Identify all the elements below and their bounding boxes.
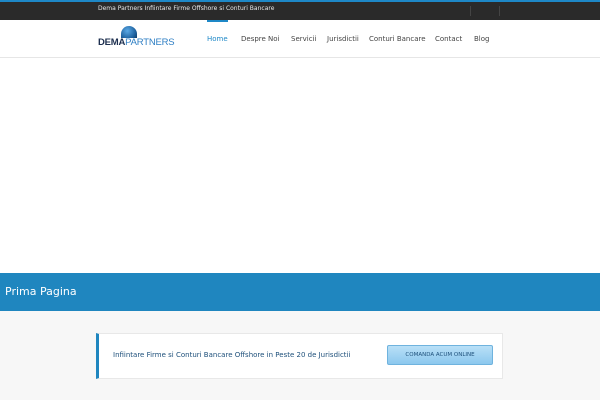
cta-text: Infiintare Firme si Conturi Bancare Offs… <box>113 351 351 359</box>
content-area: Infiintare Firme si Conturi Bancare Offs… <box>0 311 600 400</box>
nav-item-despre-noi[interactable]: Despre Noi <box>241 35 280 43</box>
site-header: DEMAPARTNERS Home Despre Noi Servicii Ju… <box>0 20 600 58</box>
social-links <box>470 5 500 17</box>
site-tagline: Dema Partners Infiintare Firme Offshore … <box>98 5 275 12</box>
nav-item-jurisdictii[interactable]: Jurisdictii <box>327 35 359 43</box>
divider <box>470 6 471 16</box>
nav-item-servicii[interactable]: Servicii <box>291 35 316 43</box>
page-title: Prima Pagina <box>5 285 77 298</box>
cta-box: Infiintare Firme si Conturi Bancare Offs… <box>96 333 503 379</box>
order-now-button[interactable]: COMANDA ACUM ONLINE <box>387 345 493 365</box>
nav-item-contact[interactable]: Contact <box>435 35 462 43</box>
hero-area <box>0 59 600 273</box>
top-bar: Dema Partners Infiintare Firme Offshore … <box>0 2 600 20</box>
nav-item-conturi-bancare[interactable]: Conturi Bancare <box>369 35 426 43</box>
nav-item-blog[interactable]: Blog <box>474 35 489 43</box>
page-title-band: Prima Pagina <box>0 273 600 311</box>
nav-item-home[interactable]: Home <box>207 20 228 43</box>
main-nav: Home Despre Noi Servicii Jurisdictii Con… <box>0 20 600 58</box>
divider <box>499 6 500 16</box>
